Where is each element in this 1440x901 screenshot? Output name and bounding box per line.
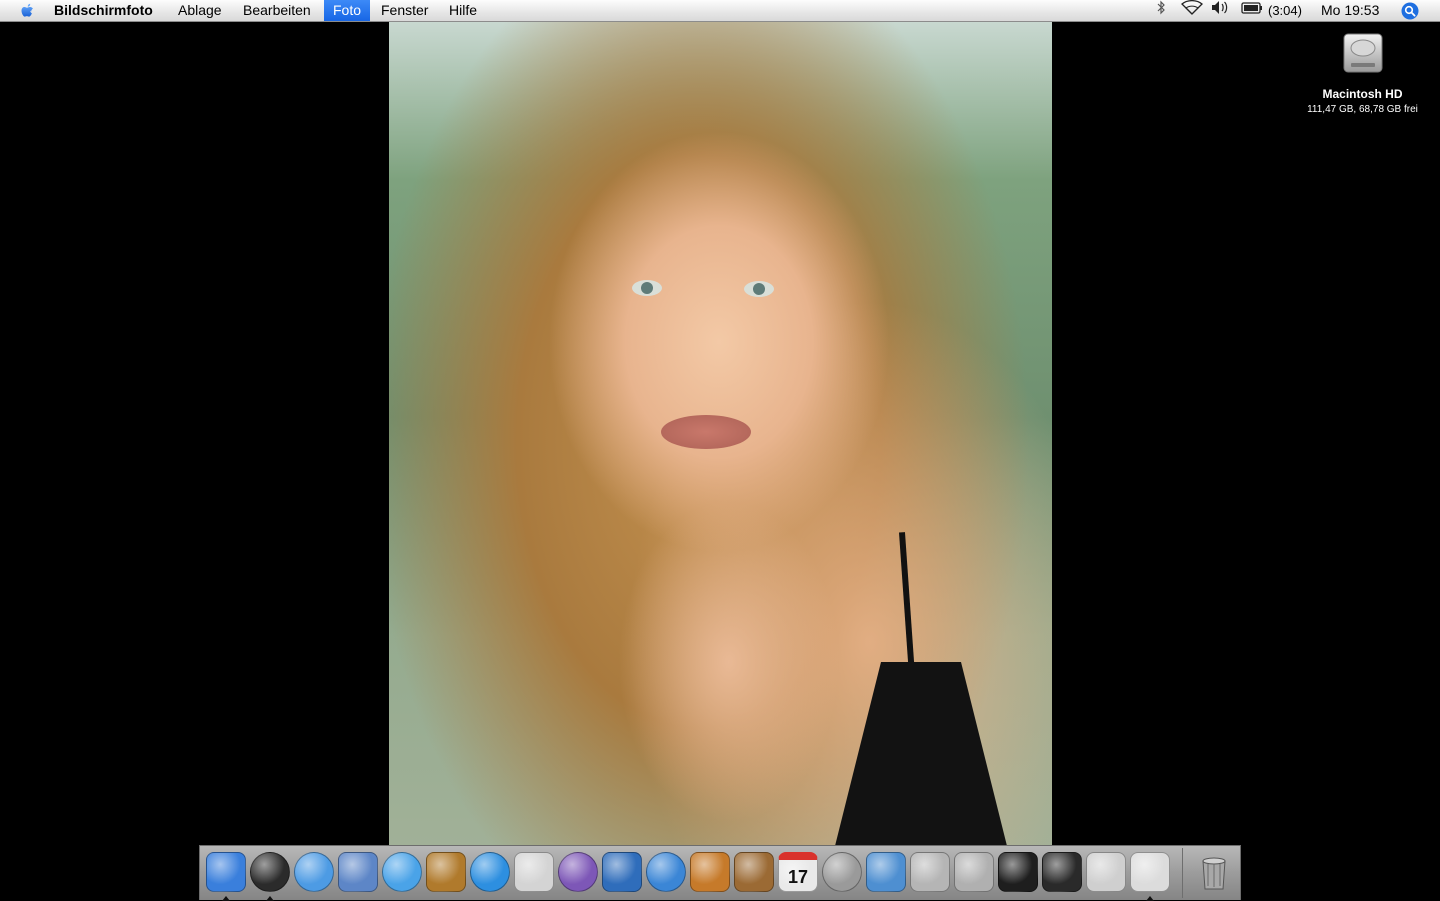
menu-foto[interactable]: Foto — [324, 0, 371, 21]
dock-item-dashboard[interactable] — [250, 852, 290, 901]
ical-icon: 17 — [778, 852, 818, 892]
utility-icon — [954, 852, 994, 892]
menu-app-name[interactable]: Bildschirmfoto — [45, 0, 162, 21]
dock-item-grab[interactable] — [1130, 852, 1170, 901]
apple-logo-icon[interactable] — [18, 2, 38, 20]
running-indicator — [1146, 896, 1154, 901]
itunes-icon — [382, 852, 422, 892]
battery-time: (3:04) — [1268, 3, 1302, 18]
trash-icon — [1202, 857, 1226, 890]
menu-bearbeiten[interactable]: Bearbeiten — [234, 0, 320, 21]
dock-item-dvd-player[interactable] — [514, 852, 554, 892]
itunes-cd-icon — [558, 852, 598, 892]
menu-ablage[interactable]: Ablage — [169, 0, 231, 21]
dock-trash[interactable] — [1194, 852, 1234, 892]
photo-lips — [661, 415, 751, 449]
photo-eye-right — [744, 281, 774, 297]
menu-clock[interactable]: Mo 19:53 — [1321, 0, 1379, 21]
bluetooth-icon[interactable] — [1155, 0, 1167, 15]
dock-item-installer[interactable] — [910, 852, 950, 892]
dock-separator — [1182, 848, 1183, 898]
dock-item-idvd[interactable] — [646, 852, 686, 892]
dock-item-mail[interactable] — [338, 852, 378, 892]
dock-item-network[interactable] — [866, 852, 906, 892]
dock-item-finder[interactable] — [206, 852, 246, 901]
activity-monitor-icon — [1042, 852, 1082, 892]
system-profiler-icon — [1086, 852, 1126, 892]
hd-info: 111,47 GB, 68,78 GB frei — [1307, 104, 1418, 115]
menu-bar: Bildschirmfoto Ablage Bearbeiten Foto Fe… — [0, 0, 1440, 22]
imovie-icon — [602, 852, 642, 892]
dock-item-activity-monitor[interactable] — [1042, 852, 1082, 892]
dock-item-utility[interactable] — [954, 852, 994, 892]
dock-item-imovie[interactable] — [602, 852, 642, 892]
safari-icon — [294, 852, 334, 892]
idvd-icon — [646, 852, 686, 892]
terminal-icon — [998, 852, 1038, 892]
dock-item-iphoto[interactable] — [426, 852, 466, 892]
running-indicator — [222, 896, 230, 901]
address-book-icon — [734, 852, 774, 892]
garageband-icon — [690, 852, 730, 892]
hard-drive-icon — [1343, 33, 1382, 73]
dock-item-terminal[interactable] — [998, 852, 1038, 892]
dock-item-itunes-cd[interactable] — [558, 852, 598, 892]
dock-item-sync[interactable] — [822, 852, 862, 892]
running-indicator — [266, 896, 274, 901]
volume-icon[interactable] — [1211, 0, 1229, 15]
portrait-photo — [389, 22, 1052, 900]
dock-item-address-book[interactable] — [734, 852, 774, 892]
network-icon — [866, 852, 906, 892]
menu-fenster[interactable]: Fenster — [372, 0, 437, 21]
dock-item-garageband[interactable] — [690, 852, 730, 892]
desktop-hd-icon[interactable]: Macintosh HD 111,47 GB, 68,78 GB frei — [1290, 30, 1435, 115]
grab-icon — [1130, 852, 1170, 892]
dvd-player-icon — [514, 852, 554, 892]
battery-icon[interactable] — [1241, 0, 1263, 15]
mail-icon — [338, 852, 378, 892]
dock-item-ical[interactable]: 17 — [778, 852, 818, 892]
dock-item-system-profiler[interactable] — [1086, 852, 1126, 892]
iphoto-icon — [426, 852, 466, 892]
finder-icon — [206, 852, 246, 892]
ical-date: 17 — [787, 867, 809, 887]
spotlight-icon[interactable] — [1401, 2, 1419, 20]
photo-eye-left — [632, 280, 662, 296]
wifi-icon[interactable] — [1181, 0, 1203, 15]
installer-icon — [910, 852, 950, 892]
quicktime-icon — [470, 852, 510, 892]
menu-hilfe[interactable]: Hilfe — [440, 0, 486, 21]
dock: 17 — [199, 845, 1241, 901]
sync-icon — [822, 852, 862, 892]
dock-item-safari[interactable] — [294, 852, 334, 892]
hd-name: Macintosh HD — [1322, 87, 1403, 101]
dock-item-itunes[interactable] — [382, 852, 422, 892]
dock-item-quicktime[interactable] — [470, 852, 510, 892]
dashboard-icon — [250, 852, 290, 892]
